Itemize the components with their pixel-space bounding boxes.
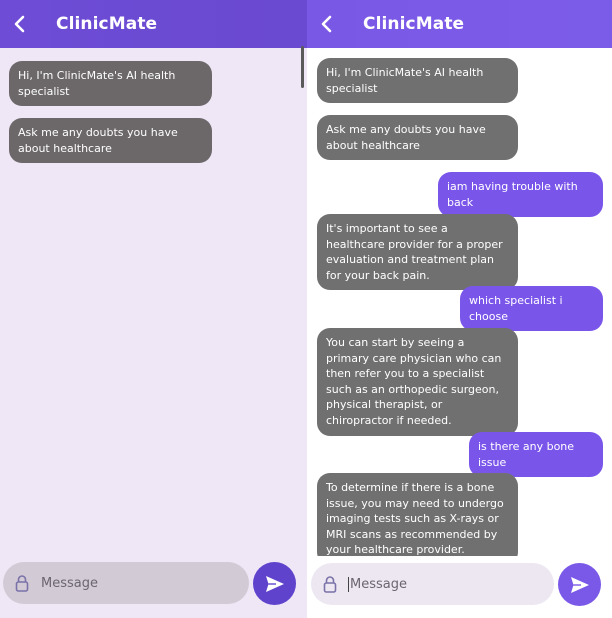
user-message: which specialist i choose [460,286,603,332]
scrollbar[interactable] [301,46,304,88]
chat-screen-conversation: ClinicMate Hi, I'm ClinicMate's AI healt… [307,0,612,618]
bot-message: Hi, I'm ClinicMate's AI health specialis… [317,58,518,104]
message-input[interactable] [41,575,211,591]
send-button[interactable] [253,562,296,605]
bot-message: It's important to see a healthcare provi… [317,214,518,291]
bot-message: To determine if there is a bone issue, y… [317,473,518,556]
message-input-container[interactable] [311,563,554,605]
message-input-container[interactable] [3,562,249,604]
app-title: ClinicMate [363,14,465,34]
back-button[interactable] [309,0,345,48]
send-button[interactable] [558,563,601,606]
bot-message: Ask me any doubts you have about healthc… [9,118,212,164]
back-button[interactable] [2,0,38,48]
chat-messages[interactable]: Hi, I'm ClinicMate's AI health specialis… [0,48,307,556]
message-composer [307,556,612,618]
message-input[interactable] [348,576,518,592]
app-header: ClinicMate [0,0,307,48]
chevron-left-icon [14,15,25,33]
chevron-left-icon [321,15,332,33]
bot-message: Hi, I'm ClinicMate's AI health specialis… [9,61,212,107]
user-message: is there any bone issue [469,432,603,478]
app-title: ClinicMate [56,14,158,34]
app-header: ClinicMate [307,0,612,48]
lock-icon [323,576,337,593]
user-message: iam having trouble with back [438,172,603,218]
send-icon [570,576,589,593]
bot-message: Ask me any doubts you have about healthc… [317,115,518,161]
bot-message: You can start by seeing a primary care p… [317,328,518,436]
chat-screen-initial: ClinicMate Hi, I'm ClinicMate's AI healt… [0,0,307,618]
lock-icon [15,575,29,592]
chat-messages[interactable]: Hi, I'm ClinicMate's AI health specialis… [307,48,612,556]
send-icon [265,575,284,592]
message-composer [0,556,307,618]
